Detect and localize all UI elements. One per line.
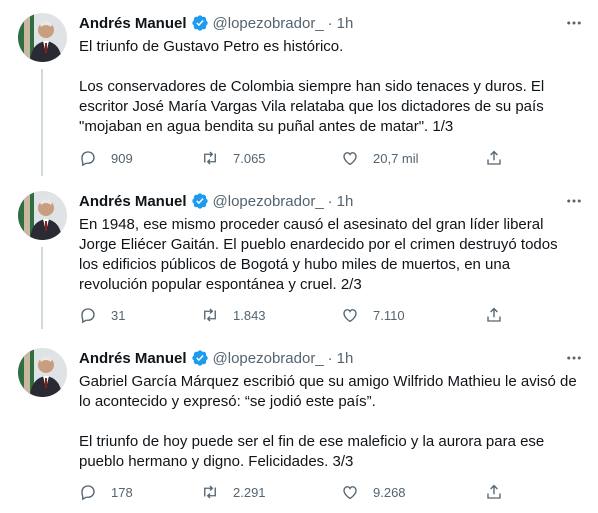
separator: ·	[327, 349, 333, 367]
tweet-text: En 1948, ese mismo proceder causó el ase…	[79, 215, 579, 295]
action-bar: 178 2.291 9.268	[79, 482, 519, 502]
author-name[interactable]: Andrés Manuel	[79, 350, 187, 367]
separator: ·	[327, 192, 333, 210]
like-count: 9.268	[373, 484, 406, 500]
avatar[interactable]	[18, 191, 67, 240]
reply-button[interactable]: 909	[79, 148, 133, 168]
retweet-icon	[204, 485, 216, 499]
tweet-paragraph: En 1948, ese mismo proceder causó el ase…	[79, 216, 558, 293]
share-button[interactable]	[485, 148, 503, 168]
more-icon[interactable]	[564, 193, 584, 209]
action-bar: 31 1.843 7.110	[79, 305, 519, 325]
tweet-header: Andrés Manuel @lopezobrador_ · 1h	[79, 13, 353, 33]
avatar[interactable]	[18, 348, 67, 397]
reply-button[interactable]: 31	[79, 305, 125, 325]
retweet-count: 1.843	[233, 307, 266, 323]
tweet-paragraph: Gabriel García Márquez escribió que su a…	[79, 373, 577, 410]
like-icon	[343, 486, 357, 500]
reply-button[interactable]: 178	[79, 482, 133, 502]
like-icon	[343, 152, 357, 166]
thread-line	[41, 247, 43, 329]
verified-badge-icon	[191, 15, 208, 31]
tweet-paragraph: El triunfo de hoy puede ser el fin de es…	[79, 433, 545, 470]
timestamp[interactable]: 1h	[337, 350, 354, 367]
like-button[interactable]: 9.268	[341, 482, 406, 502]
retweet-count: 2.291	[233, 484, 266, 500]
like-count: 20,7 mil	[373, 150, 419, 166]
reply-count: 178	[111, 484, 133, 500]
reply-icon	[81, 308, 95, 324]
timestamp[interactable]: 1h	[337, 193, 354, 210]
tweet[interactable]: Andrés Manuel @lopezobrador_ · 1h En 194…	[0, 191, 598, 329]
share-icon	[487, 307, 501, 322]
tweet-paragraph: El triunfo de Gustavo Petro es histórico…	[79, 38, 344, 55]
retweet-button[interactable]: 2.291	[201, 482, 266, 502]
reply-count: 31	[111, 307, 126, 323]
retweet-count: 7.065	[233, 150, 266, 166]
thread-line	[41, 69, 43, 176]
tweet-text: El triunfo de Gustavo Petro es histórico…	[79, 37, 579, 137]
author-name[interactable]: Andrés Manuel	[79, 15, 187, 32]
share-icon	[487, 150, 501, 165]
retweet-button[interactable]: 7.065	[201, 148, 266, 168]
like-button[interactable]: 7.110	[341, 305, 405, 325]
separator: ·	[327, 14, 333, 32]
retweet-icon	[204, 308, 216, 322]
share-icon	[487, 484, 501, 499]
more-icon[interactable]	[564, 350, 584, 366]
share-button[interactable]	[485, 482, 503, 502]
verified-badge-icon	[191, 350, 208, 366]
like-button[interactable]: 20,7 mil	[341, 148, 419, 168]
reply-icon	[81, 485, 95, 501]
retweet-button[interactable]: 1.843	[201, 305, 266, 325]
tweet-text: Gabriel García Márquez escribió que su a…	[79, 372, 579, 472]
verified-badge-icon	[191, 193, 208, 209]
like-icon	[343, 309, 357, 323]
reply-count: 909	[111, 150, 133, 166]
tweet-header: Andrés Manuel @lopezobrador_ · 1h	[79, 191, 353, 211]
share-button[interactable]	[485, 305, 503, 325]
tweet[interactable]: Andrés Manuel @lopezobrador_ · 1h El tri…	[0, 13, 598, 176]
reply-icon	[81, 151, 95, 167]
author-name[interactable]: Andrés Manuel	[79, 193, 187, 210]
author-handle[interactable]: @lopezobrador_	[213, 350, 324, 367]
retweet-icon	[204, 151, 216, 165]
author-handle[interactable]: @lopezobrador_	[213, 193, 324, 210]
tweet[interactable]: Andrés Manuel @lopezobrador_ · 1h Gabrie…	[0, 348, 598, 503]
action-bar: 909 7.065 20,7 mil	[79, 148, 519, 168]
timestamp[interactable]: 1h	[337, 15, 354, 32]
like-count: 7.110	[373, 307, 405, 323]
avatar[interactable]	[18, 13, 67, 62]
more-icon[interactable]	[564, 15, 584, 31]
tweet-header: Andrés Manuel @lopezobrador_ · 1h	[79, 348, 353, 368]
author-handle[interactable]: @lopezobrador_	[213, 15, 324, 32]
tweet-paragraph: Los conservadores de Colombia siempre ha…	[79, 78, 545, 135]
